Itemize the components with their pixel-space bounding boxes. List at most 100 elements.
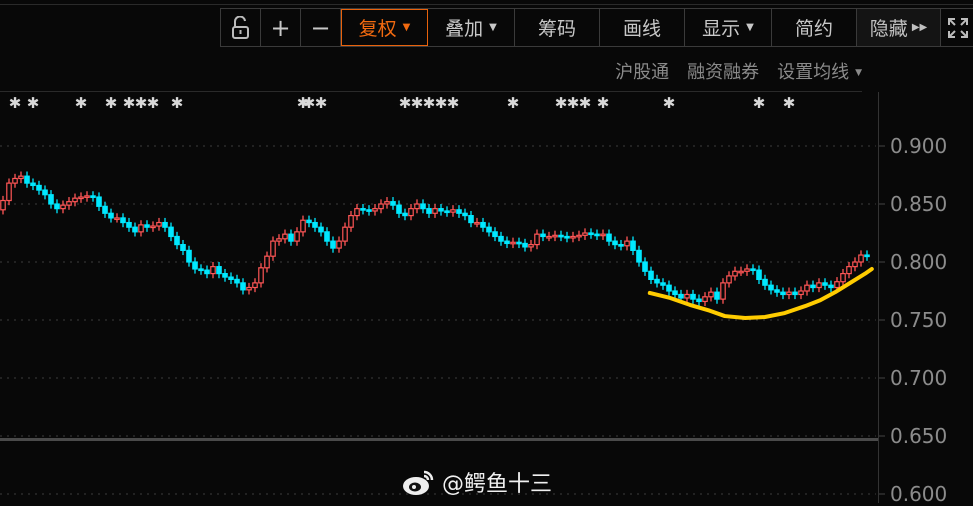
candle [150,221,156,232]
candle [582,228,588,240]
candle [120,213,126,228]
candle [396,200,402,218]
candle-body [672,290,678,296]
candle [750,264,756,275]
candle [714,287,720,304]
candle [312,217,318,232]
candle-body [132,226,138,233]
y-tick-label: 0.900 [890,134,948,158]
candle-body [96,196,102,207]
candle-body [636,249,642,263]
candle-body [678,293,684,299]
candle [474,217,480,228]
candle [258,263,264,288]
candle [426,204,432,218]
candle [72,193,78,207]
candle [510,237,516,249]
candlestick-chart[interactable] [0,0,973,503]
candle [414,199,420,214]
candle [198,264,204,275]
candle [330,236,336,253]
candle [12,173,18,188]
candle [840,268,846,287]
candle-body [684,293,690,299]
candle-body [660,282,666,286]
candle-body [186,249,192,263]
candle [108,208,114,223]
candle [462,208,468,221]
candle [306,215,312,228]
candle-body [336,240,342,249]
candle [846,262,852,279]
candle-body [12,177,18,184]
candle [468,210,474,228]
y-tick-label: 0.600 [890,482,948,506]
candle [48,190,54,209]
candle-body [444,210,450,214]
candle-body [462,212,468,217]
candle [570,231,576,243]
candle [342,222,348,246]
candle-body [840,273,846,283]
candle [696,294,702,307]
candle [78,192,84,203]
candle [612,236,618,250]
candle [762,274,768,290]
candle [96,192,102,211]
candle-body [156,221,162,227]
candle [6,178,12,206]
candle [624,236,630,251]
candle-body [252,282,258,289]
candle [744,264,750,276]
candle-body [432,208,438,214]
candle-body [774,289,780,293]
candle [192,257,198,274]
candle [114,213,120,223]
candle-body [288,233,294,242]
candle [30,178,36,191]
candle [162,217,168,232]
candle-body [804,284,810,292]
candle [288,229,294,246]
candle [432,204,438,218]
candle-body [120,217,126,224]
candle-body [264,255,270,269]
candle-body [828,284,834,289]
candle-body [366,209,372,212]
candle [144,220,150,232]
candle [300,215,306,237]
candle [534,229,540,250]
y-tick-label: 0.800 [890,250,948,274]
candle-body [702,296,708,303]
candle [726,271,732,288]
candle [360,204,366,215]
candle-body [564,235,570,239]
candle [708,287,714,302]
candle-body [84,195,90,198]
candle [552,230,558,242]
candle-body [858,254,864,263]
candle-body [576,234,582,238]
candle-body [786,291,792,296]
candle-body [630,240,636,251]
candle [84,191,90,202]
y-tick-label: 0.850 [890,192,948,216]
candle [606,229,612,246]
weibo-icon [403,470,434,495]
candle-body [438,208,444,212]
candle [600,229,606,240]
candle-body [246,286,252,291]
candle [246,282,252,295]
candle [42,185,48,200]
candle [384,197,390,209]
candle [126,217,132,232]
candle [168,222,174,242]
candle [276,234,282,246]
candle-body [90,195,96,198]
candle [528,239,534,252]
candle-body [282,233,288,240]
candle-body [174,235,180,246]
candle [294,227,300,246]
candle [240,278,246,295]
candle-body [144,224,150,228]
